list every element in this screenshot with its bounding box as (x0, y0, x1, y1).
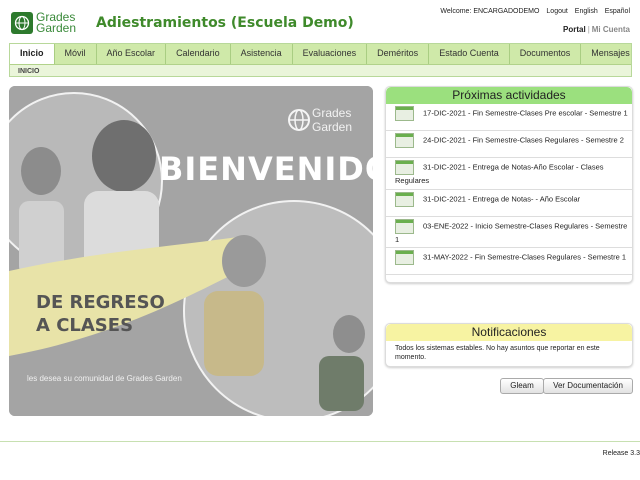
view-documentation-button[interactable]: Ver Documentación (543, 378, 633, 394)
spanish-link[interactable]: Español (605, 8, 630, 15)
upcoming-activities-title: Próximas actividades (386, 87, 632, 104)
breadcrumb: INICIO (18, 68, 40, 75)
activity-item[interactable]: 31-MAY-2022 - Fin Semestre-Clases Regula… (386, 248, 632, 275)
calendar-icon (395, 133, 414, 148)
welcome-user: Welcome: ENCARGADODEMO (440, 8, 540, 15)
portal-link[interactable]: Portal (563, 25, 586, 34)
tab-movil[interactable]: Móvil (55, 44, 97, 64)
hero-logo-line1: Grades (312, 106, 351, 120)
hero-heading: BIENVENIDOS (159, 150, 373, 188)
hero-banner-line1: DE REGRESO (36, 292, 165, 313)
tab-asistencia[interactable]: Asistencia (231, 44, 293, 64)
calendar-icon (395, 191, 414, 207)
tab-evaluaciones[interactable]: Evaluaciones (293, 44, 368, 64)
activity-text: 24-DIC-2021 - Fin Semestre-Clases Regula… (423, 135, 624, 145)
logo-line2: Garden (36, 21, 77, 35)
main-nav: Inicio Móvil Año Escolar Calendario Asis… (9, 43, 640, 77)
portal-links: Portal | Mi Cuenta (563, 25, 630, 34)
logout-link[interactable]: Logout (546, 8, 567, 15)
tab-demeritos[interactable]: Deméritos (367, 44, 430, 64)
welcome-banner-image: Grades Garden BIENVENIDOS DE REGRESO A C… (9, 86, 373, 416)
globe-icon (11, 12, 33, 34)
activity-item[interactable]: 03-ENE-2022 - Inicio Semestre-Clases Reg… (386, 217, 632, 248)
notifications-panel: Notificaciones Todos los sistemas establ… (385, 323, 633, 367)
english-link[interactable]: English (575, 8, 598, 15)
school-title: Adiestramientos (Escuela Demo) (96, 15, 354, 31)
top-links: Welcome: ENCARGADODEMO Logout English Es… (435, 8, 630, 15)
portal-separator: | (587, 25, 590, 34)
header: Grades Garden Adiestramientos (Escuela De… (0, 0, 640, 44)
activity-item[interactable]: 24-DIC-2021 - Fin Semestre-Clases Regula… (386, 131, 632, 158)
grades-garden-logo[interactable]: Grades Garden (11, 11, 81, 35)
footer-divider (0, 441, 640, 442)
hero-tagline: les desea su comunidad de Grades Garden (27, 374, 182, 383)
tab-inicio[interactable]: Inicio (10, 44, 55, 64)
my-account-link[interactable]: Mi Cuenta (592, 25, 630, 34)
calendar-icon (395, 250, 414, 265)
tab-documentos[interactable]: Documentos (510, 44, 582, 64)
activity-item[interactable]: 17-DIC-2021 - Fin Semestre-Clases Pre es… (386, 104, 632, 131)
upcoming-activities-panel: Próximas actividades 17-DIC-2021 - Fin S… (385, 86, 633, 283)
activity-text: 31-MAY-2022 - Fin Semestre-Clases Regula… (423, 252, 626, 262)
tab-mensajes[interactable]: Mensajes (581, 44, 640, 64)
calendar-icon (395, 106, 414, 121)
tab-ano-escolar[interactable]: Año Escolar (97, 44, 167, 64)
notifications-title: Notificaciones (386, 324, 632, 341)
release-version: Release 3.3 (602, 450, 640, 457)
activity-text: 03-ENE-2022 - Inicio Semestre-Clases Reg… (395, 220, 628, 244)
activity-text: 31-DIC-2021 - Entrega de Notas-Año Escol… (395, 162, 604, 185)
notifications-body: Todos los sistemas estables. No hay asun… (395, 345, 600, 361)
hero-banner-line2: A CLASES (36, 315, 133, 336)
gleam-button[interactable]: Gleam (500, 378, 544, 394)
calendar-icon (395, 160, 414, 175)
activity-item[interactable]: 31-DIC-2021 - Entrega de Notas- - Año Es… (386, 190, 632, 217)
activity-text: 17-DIC-2021 - Fin Semestre-Clases Pre es… (423, 108, 628, 118)
activity-item[interactable]: 31-DIC-2021 - Entrega de Notas-Año Escol… (386, 158, 632, 190)
activity-text: 31-DIC-2021 - Entrega de Notas- - Año Es… (423, 193, 581, 203)
hero-logo: Grades Garden (288, 106, 352, 134)
hero-logo-line2: Garden (312, 120, 352, 134)
calendar-icon (395, 218, 414, 234)
tab-calendario[interactable]: Calendario (166, 44, 231, 64)
tab-estado-cuenta[interactable]: Estado Cuenta (429, 44, 510, 64)
activities-list: 17-DIC-2021 - Fin Semestre-Clases Pre es… (386, 104, 632, 282)
